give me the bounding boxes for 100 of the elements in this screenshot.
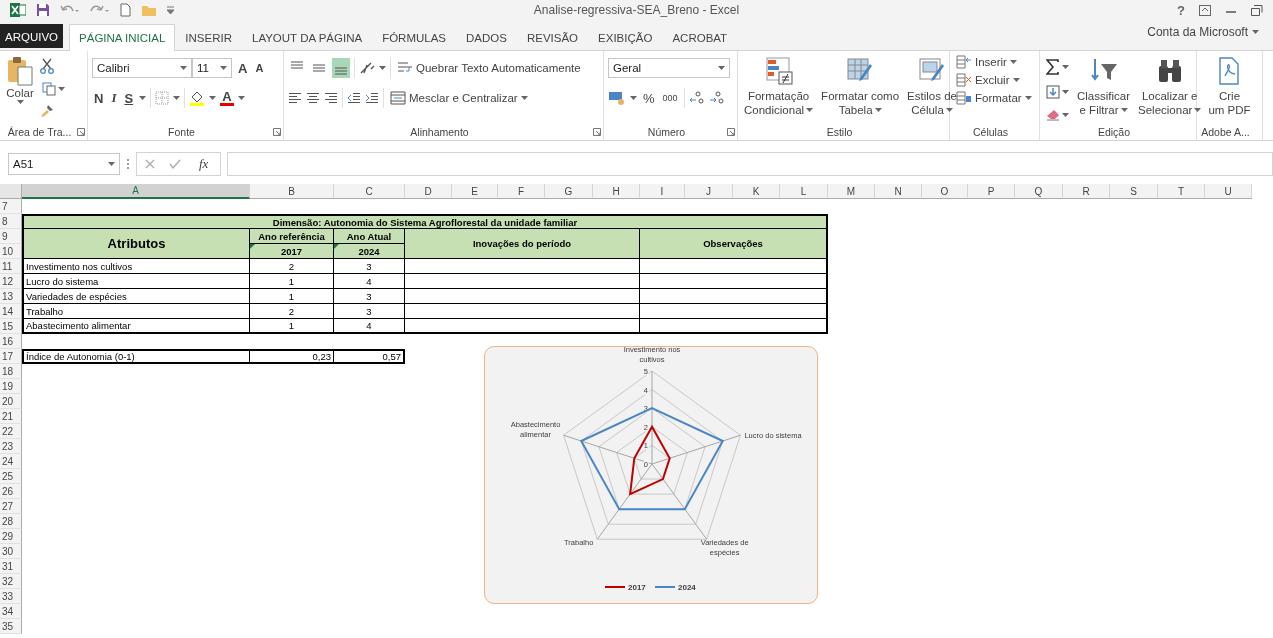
row-header[interactable]: 9: [0, 229, 22, 244]
column-header[interactable]: S: [1110, 184, 1158, 199]
row-header[interactable]: 28: [0, 514, 22, 529]
row-header[interactable]: 34: [0, 604, 22, 619]
text-orientation-icon[interactable]: [359, 61, 375, 75]
excel-logo-icon[interactable]: [10, 3, 26, 17]
formula-input[interactable]: [227, 152, 1273, 176]
column-header[interactable]: R: [1063, 184, 1110, 199]
column-header[interactable]: I: [640, 184, 685, 199]
ribbon-tab[interactable]: REVISÃO: [516, 24, 589, 50]
create-pdf-button[interactable]: Crie um PDF: [1206, 56, 1253, 124]
column-header[interactable]: U: [1205, 184, 1252, 199]
increase-decimal-icon[interactable]: [688, 91, 705, 105]
ribbon-tab[interactable]: INSERIR: [175, 24, 242, 50]
underline-button[interactable]: S: [122, 88, 136, 108]
paste-button[interactable]: Colar: [4, 56, 36, 124]
file-tab[interactable]: ARQUIVO: [0, 24, 64, 48]
increase-indent-icon[interactable]: [365, 92, 379, 104]
row-header[interactable]: 25: [0, 469, 22, 484]
dialog-launcher-icon[interactable]: [727, 128, 735, 136]
row-header[interactable]: 14: [0, 304, 22, 319]
decrease-decimal-icon[interactable]: [708, 91, 725, 105]
decrease-indent-icon[interactable]: [347, 92, 361, 104]
format-painter-icon[interactable]: [40, 104, 54, 118]
column-header[interactable]: K: [733, 184, 780, 199]
column-header[interactable]: G: [545, 184, 593, 199]
save-icon[interactable]: [36, 3, 50, 17]
thousands-button[interactable]: 000: [660, 91, 680, 105]
help-button[interactable]: ?: [1177, 2, 1185, 18]
row-header[interactable]: 19: [0, 379, 22, 394]
name-box[interactable]: A51: [8, 153, 120, 175]
row-header[interactable]: 22: [0, 424, 22, 439]
ribbon-tab[interactable]: PÁGINA INICIAL: [69, 24, 176, 51]
number-format-field[interactable]: Geral: [608, 58, 730, 78]
dialog-launcher-icon[interactable]: [273, 128, 281, 136]
column-header[interactable]: A: [22, 184, 250, 199]
italic-button[interactable]: I: [109, 88, 119, 108]
row-header[interactable]: 33: [0, 589, 22, 604]
row-header[interactable]: 21: [0, 409, 22, 424]
row-header[interactable]: 35: [0, 619, 22, 634]
restore-icon[interactable]: [1251, 4, 1263, 16]
row-header[interactable]: 26: [0, 484, 22, 499]
column-header[interactable]: L: [780, 184, 828, 199]
dialog-launcher-icon[interactable]: [593, 128, 601, 136]
percent-button[interactable]: %: [641, 88, 657, 108]
row-header[interactable]: 7: [0, 199, 22, 214]
ribbon-tab[interactable]: FÓRMULAS: [372, 24, 457, 50]
increase-font-button[interactable]: A: [236, 58, 250, 78]
row-header[interactable]: 18: [0, 364, 22, 379]
column-header[interactable]: O: [922, 184, 968, 199]
wrap-text-button[interactable]: Quebrar Texto Automaticamente: [395, 60, 583, 76]
ribbon-tab[interactable]: LAYOUT DA PÁGINA: [242, 24, 373, 50]
customize-toolbar-icon[interactable]: [167, 6, 174, 14]
bold-button[interactable]: N: [92, 88, 106, 108]
row-header[interactable]: 11: [0, 259, 22, 274]
row-header[interactable]: 10: [0, 244, 22, 259]
align-left-icon[interactable]: [288, 92, 302, 104]
column-header[interactable]: D: [405, 184, 452, 199]
column-header[interactable]: F: [498, 184, 545, 199]
font-color-button[interactable]: A: [220, 90, 234, 106]
column-header[interactable]: Q: [1015, 184, 1063, 199]
row-header[interactable]: 29: [0, 529, 22, 544]
ribbon-tab[interactable]: ACROBAT: [662, 24, 738, 50]
account-name[interactable]: Conta da Microsoft: [1147, 25, 1248, 39]
row-header[interactable]: 30: [0, 544, 22, 559]
column-header[interactable]: J: [685, 184, 733, 199]
editing-button[interactable]: Localizar e Selecionar: [1136, 56, 1204, 124]
row-header[interactable]: 31: [0, 559, 22, 574]
sum-icon[interactable]: [1046, 59, 1060, 75]
column-header[interactable]: B: [250, 184, 334, 199]
scissors-icon[interactable]: [40, 58, 54, 74]
fill-bucket-icon[interactable]: [189, 90, 206, 106]
more-options-icon[interactable]: [126, 158, 130, 170]
new-document-icon[interactable]: [120, 3, 131, 17]
ribbon-tab[interactable]: EXIBIÇÃO: [588, 24, 663, 50]
column-header[interactable]: E: [452, 184, 498, 199]
row-header[interactable]: 23: [0, 439, 22, 454]
column-header[interactable]: P: [968, 184, 1015, 199]
ribbon-tab[interactable]: DADOS: [456, 24, 517, 50]
ribbon-display-icon[interactable]: [1199, 4, 1211, 16]
row-header[interactable]: 27: [0, 499, 22, 514]
vertical-align-toggle[interactable]: [332, 58, 350, 78]
align-right-icon[interactable]: [324, 92, 338, 104]
merge-center-button[interactable]: Mesclar e Centralizar: [388, 90, 530, 106]
fill-down-icon[interactable]: [1046, 85, 1060, 99]
eraser-icon[interactable]: [1046, 109, 1060, 121]
decrease-font-button[interactable]: A: [253, 60, 266, 76]
column-header[interactable]: T: [1158, 184, 1205, 199]
cancel-icon[interactable]: [145, 159, 155, 169]
row-header[interactable]: 12: [0, 274, 22, 289]
styles-button[interactable]: Formatar como Tabela: [819, 56, 902, 124]
row-header[interactable]: 15: [0, 319, 22, 334]
currency-icon[interactable]: [608, 91, 626, 105]
dialog-launcher-icon[interactable]: [77, 128, 85, 136]
column-header[interactable]: C: [334, 184, 405, 199]
row-header[interactable]: 24: [0, 454, 22, 469]
column-header[interactable]: H: [593, 184, 640, 199]
align-center-icon[interactable]: [306, 92, 320, 104]
insert-function-button[interactable]: fx: [195, 156, 213, 172]
row-header[interactable]: 32: [0, 574, 22, 589]
